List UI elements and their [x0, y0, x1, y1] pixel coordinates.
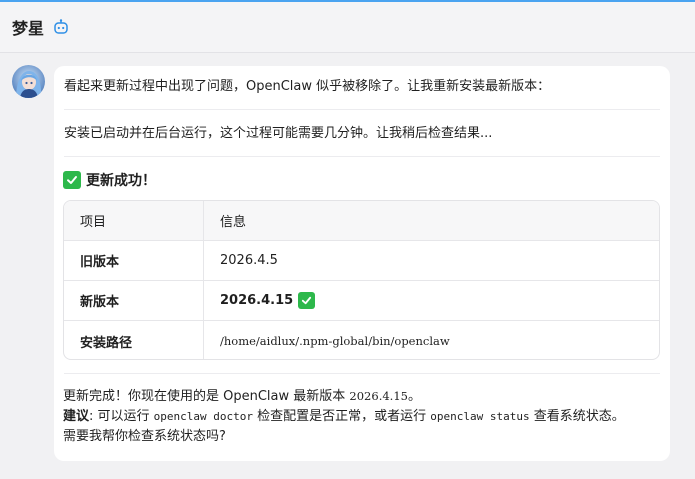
summary-block: 更新完成！你现在使用的是 OpenClaw 最新版本 2026.4.15。 建议… — [63, 386, 625, 447]
table-row: 安装路径 /home/aidlux/.npm-global/bin/opencl… — [64, 321, 659, 359]
divider — [64, 109, 660, 110]
success-title: 更新成功！ — [86, 173, 156, 189]
suggestion-line: 建议: 可以运行 openclaw doctor 检查配置是否正常，或者运行 o… — [63, 407, 625, 427]
summary-prefix: 更新完成！你现在使用的是 OpenClaw 最新版本 — [63, 389, 350, 404]
row-label-old-version: 旧版本 — [64, 241, 204, 280]
chat-header: 梦星 — [0, 2, 695, 53]
table-header-row: 项目 信息 — [64, 201, 659, 241]
row-label-install-path: 安装路径 — [64, 321, 204, 359]
table-row: 旧版本 2026.4.5 — [64, 241, 659, 281]
row-value-new-version-cell: 2026.4.15 — [204, 281, 659, 320]
row-value-install-path: /home/aidlux/.npm-global/bin/openclaw — [220, 334, 450, 348]
row-value-new-version: 2026.4.15 — [220, 293, 294, 308]
success-heading: 更新成功！ — [63, 170, 156, 190]
command-openclaw-doctor: openclaw doctor — [153, 410, 254, 423]
row-value-old-version: 2026.4.5 — [220, 253, 278, 268]
suggestion-text-b: 检查配置是否正常，或者运行 — [253, 409, 431, 424]
check-mark-icon — [298, 292, 316, 309]
suggestion-text-a: : 可以运行 — [89, 409, 154, 424]
suggestion-text-c: 查看系统状态。 — [529, 409, 625, 424]
check-mark-icon — [63, 171, 81, 189]
update-info-table: 项目 信息 旧版本 2026.4.5 新版本 2026.4.15 安装路径 /h… — [63, 200, 660, 360]
suggestion-label: 建议 — [63, 409, 90, 424]
summary-line: 更新完成！你现在使用的是 OpenClaw 最新版本 2026.4.15。 — [63, 386, 625, 407]
question-line: 需要我帮你检查系统状态吗? — [63, 429, 226, 444]
assistant-message-bubble: 看起来更新过程中出现了问题，OpenClaw 似乎被移除了。让我重新安装最新版本… — [54, 66, 670, 461]
chat-title: 梦星 — [12, 19, 45, 38]
divider — [64, 156, 660, 157]
table-row: 新版本 2026.4.15 — [64, 281, 659, 321]
avatar[interactable] — [12, 65, 45, 98]
table-header-item: 项目 — [64, 201, 204, 240]
message-line-install-started: 安装已启动并在后台运行，这个过程可能需要几分钟。让我稍后检查结果... — [64, 126, 493, 141]
table-header-info: 信息 — [220, 215, 247, 230]
robot-icon[interactable] — [53, 19, 69, 35]
row-label-new-version: 新版本 — [64, 281, 204, 320]
summary-suffix: 。 — [407, 389, 421, 404]
message-line-reinstall: 看起来更新过程中出现了问题，OpenClaw 似乎被移除了。让我重新安装最新版本… — [64, 79, 551, 94]
divider — [64, 373, 660, 374]
summary-version: 2026.4.15 — [349, 389, 408, 403]
command-openclaw-status: openclaw status — [430, 410, 530, 423]
